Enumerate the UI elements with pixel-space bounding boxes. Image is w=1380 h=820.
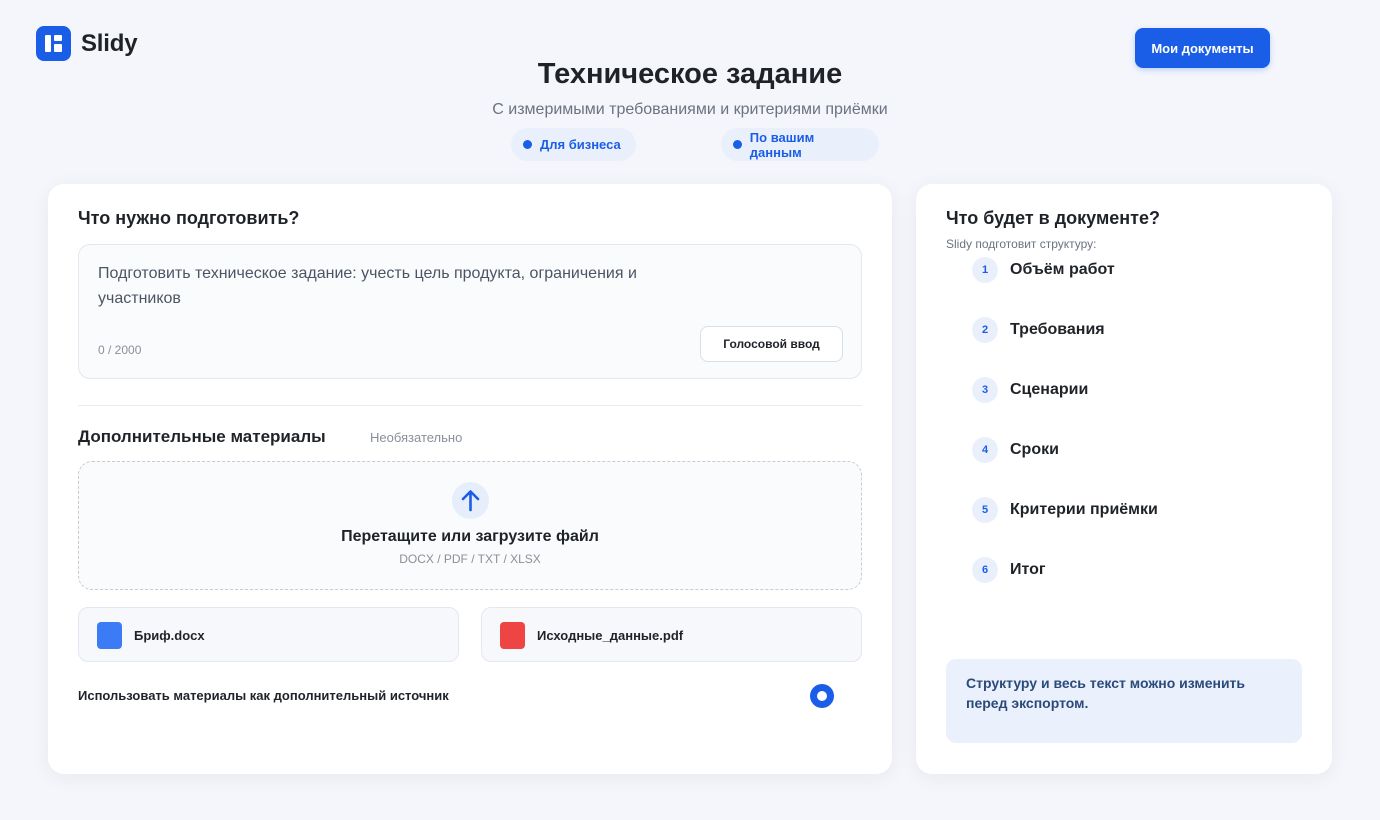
divider [78, 405, 862, 406]
item-number: 2 [972, 317, 998, 343]
structure-title: Что будет в документе? [946, 208, 1160, 228]
use-materials-label: Использовать материалы как дополнительны… [78, 688, 449, 703]
item-number: 3 [972, 377, 998, 403]
app-name: Slidy [81, 29, 138, 57]
optional-label: Необязательно [370, 430, 463, 445]
edit-note: Структуру и весь текст можно изменить пе… [946, 659, 1302, 743]
item-number: 5 [972, 497, 998, 523]
tag-your-data: По вашим данным [721, 128, 879, 161]
file-name: Бриф.docx [134, 628, 205, 643]
structure-item: 5 Критерии приёмки [972, 497, 1158, 523]
tag-label: Для бизнеса [540, 137, 621, 152]
page: Slidy Мои документы Техническое задание … [0, 0, 1380, 820]
tag-business: Для бизнеса [511, 128, 636, 161]
voice-input-button[interactable]: Голосовой ввод [700, 326, 843, 362]
item-label: Критерии приёмки [1010, 501, 1158, 518]
char-counter: 0 / 2000 [98, 343, 142, 357]
extra-materials-title: Дополнительные материалы [78, 427, 326, 446]
structure-item: 1 Объём работ [972, 257, 1115, 283]
logo[interactable]: Slidy [36, 26, 138, 61]
structure-item: 4 Сроки [972, 437, 1059, 463]
structure-item: 2 Требования [972, 317, 1105, 343]
item-label: Объём работ [1010, 261, 1115, 278]
structure-item: 6 Итог [972, 557, 1046, 583]
upload-arrow-icon [452, 482, 489, 519]
file-item-docx[interactable]: Бриф.docx [78, 607, 459, 662]
item-label: Сценарии [1010, 381, 1089, 398]
file-name: Исходные_данные.pdf [537, 628, 684, 643]
request-card: Что нужно подготовить? Подготовить техни… [48, 184, 892, 774]
use-materials-radio[interactable] [810, 684, 834, 708]
dropzone-formats: DOCX / PDF / TXT / XLSX [399, 552, 541, 566]
item-label: Сроки [1010, 441, 1059, 458]
dot-icon [733, 140, 742, 149]
page-title-wrap: Техническое задание [0, 58, 1380, 91]
structure-item: 3 Сценарии [972, 377, 1088, 403]
tag-label: По вашим данным [749, 129, 815, 160]
prompt-textarea[interactable]: Подготовить техническое задание: учесть … [78, 244, 862, 379]
item-number: 4 [972, 437, 998, 463]
structure-card: Что будет в документе? Slidy подготовит … [916, 184, 1332, 774]
page-title: Техническое задание [537, 58, 843, 90]
item-label: Требования [1010, 321, 1105, 338]
file-item-pdf[interactable]: Исходные_данные.pdf [481, 607, 862, 662]
file-dropzone[interactable]: Перетащите или загрузите файл DOCX / PDF… [78, 461, 862, 590]
prompt-title: Что нужно подготовить? [78, 208, 300, 228]
prompt-text[interactable]: Подготовить техническое задание: учесть … [98, 261, 658, 311]
item-number: 6 [972, 557, 998, 583]
item-label: Итог [1010, 561, 1046, 578]
dot-icon [523, 140, 532, 149]
slidy-logo-icon [36, 26, 71, 61]
pdf-file-icon [500, 622, 525, 649]
docx-file-icon [97, 622, 122, 649]
dropzone-title: Перетащите или загрузите файл [341, 528, 599, 545]
item-number: 1 [972, 257, 998, 283]
structure-subtitle: Slidy подготовит структуру: [946, 237, 1097, 251]
page-subtitle: С измеримыми требованиями и критериями п… [492, 101, 888, 118]
